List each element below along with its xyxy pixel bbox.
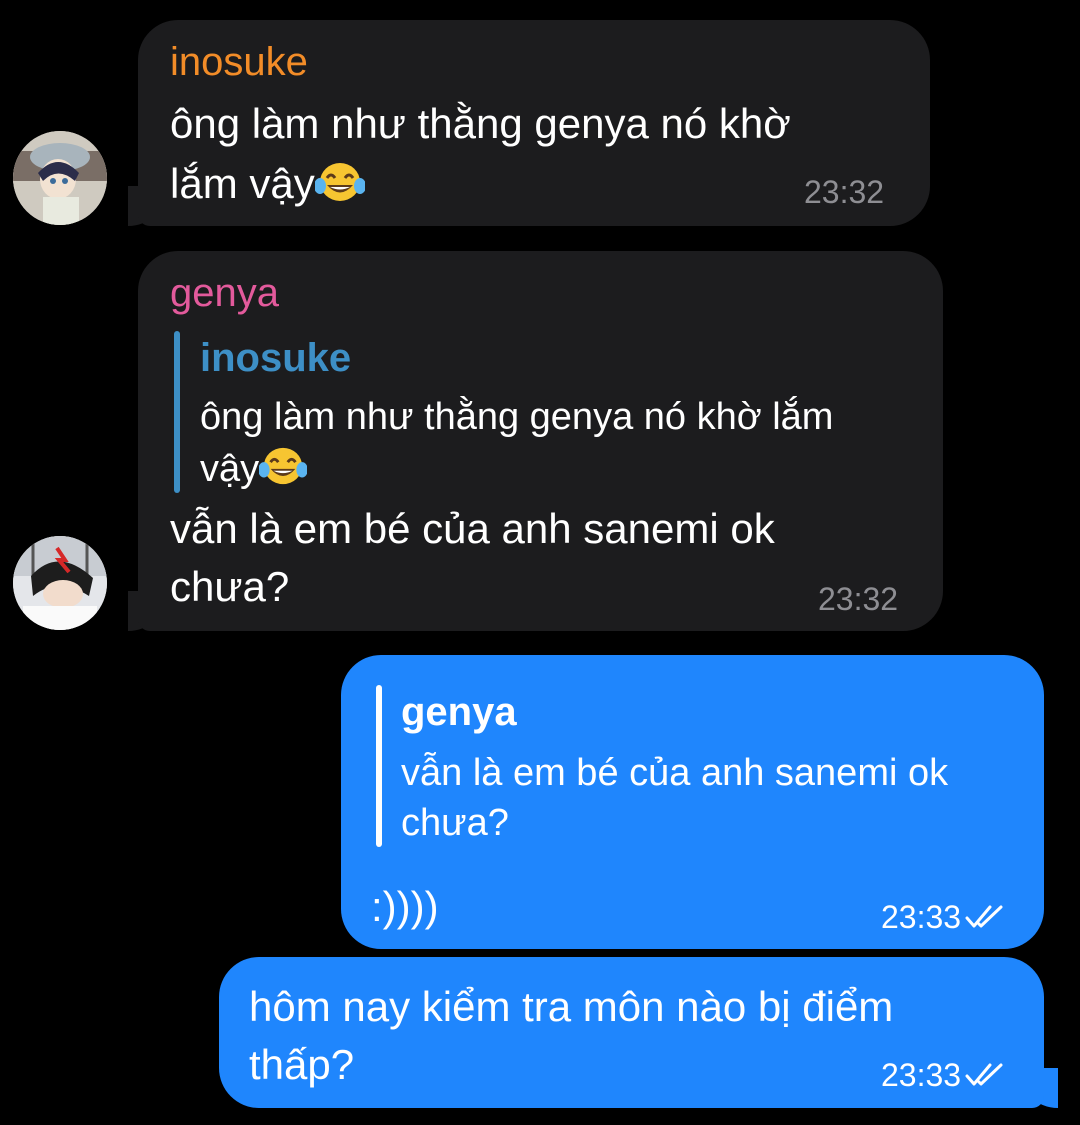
message-text-line: chưa? xyxy=(170,563,290,610)
message-text-line: ông làm như thằng genya nó khờ xyxy=(170,100,791,147)
tears-of-joy-emoji-icon xyxy=(313,160,366,220)
message-text-line: lắm vậy xyxy=(170,154,366,220)
reply-text-line: vẫn là em bé của anh sanemi ok xyxy=(401,752,949,794)
reply-quote-bar xyxy=(376,685,382,847)
message-bubble-outgoing[interactable]: hôm nay kiểm tra môn nào bị điểm thấp? 2… xyxy=(219,957,1044,1108)
message-time: 23:32 xyxy=(804,174,885,210)
reply-quote-bar xyxy=(174,331,180,493)
message-bubble-outgoing-reply[interactable]: genya vẫn là em bé của anh sanemi ok chư… xyxy=(341,655,1044,949)
message-bubble-genya[interactable]: genya inosuke ông làm như thằng genya nó… xyxy=(138,251,943,631)
message-time: 23:33 xyxy=(881,1057,1005,1093)
reply-text-line: chưa? xyxy=(401,802,509,844)
genya-avatar-image xyxy=(13,536,107,630)
reply-text-line: vậy xyxy=(200,443,308,501)
inosuke-avatar-image xyxy=(13,131,107,225)
reply-sender-name: genya xyxy=(401,690,517,734)
message-text-line: thấp? xyxy=(249,1041,355,1088)
message-time: 23:33 xyxy=(881,899,1005,935)
message-text-line: hôm nay kiểm tra môn nào bị điểm xyxy=(249,983,894,1030)
double-check-icon xyxy=(965,1063,1003,1086)
message-bubble-inosuke[interactable]: inosuke ông làm như thằng genya nó khờ l… xyxy=(138,20,930,226)
double-check-icon xyxy=(965,905,1003,928)
message-text: :)))) xyxy=(371,883,439,930)
reply-text-line: ông làm như thằng genya nó khờ lắm xyxy=(200,396,834,438)
message-time: 23:32 xyxy=(818,581,899,617)
avatar-genya[interactable] xyxy=(13,536,107,630)
sender-name: genya xyxy=(170,271,279,315)
avatar-inosuke[interactable] xyxy=(13,131,107,225)
message-text-line: vẫn là em bé của anh sanemi ok xyxy=(170,505,775,552)
tears-of-joy-emoji-icon xyxy=(258,445,308,501)
sender-name: inosuke xyxy=(170,40,308,84)
reply-sender-name: inosuke xyxy=(200,336,352,380)
